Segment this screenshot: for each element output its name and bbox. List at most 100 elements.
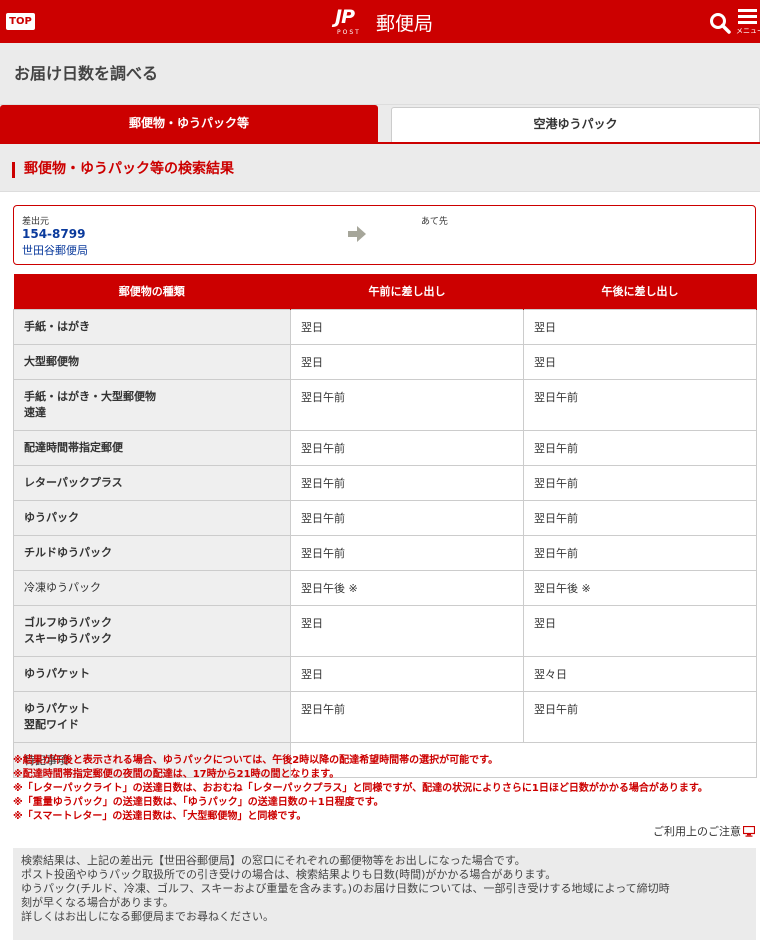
table-row: チルドゆうパック 翌日午前 翌日午前 (13, 534, 757, 571)
row-pm-value: 翌々日 (523, 655, 757, 692)
brand-name: 郵便局 (376, 12, 434, 35)
jp-post-mark-icon: JP POST (335, 6, 361, 36)
tab-bar: 郵便物・ゆうパック等 空港ゆうパック (0, 105, 760, 144)
row-kind-line: ゆうパケット (24, 666, 90, 680)
row-pm-value: 翌日 (523, 308, 757, 345)
table-header-row: 郵便物の種類 午前に差し出し 午後に差し出し (13, 274, 757, 309)
row-am-value: 翌日午前 (290, 464, 524, 501)
delivery-days-table: 郵便物の種類 午前に差し出し 午後に差し出し 手紙・はがき 翌日 翌日 大型郵便物 翌日… (13, 274, 757, 778)
row-am-value: 翌日 (290, 308, 524, 345)
row-kind-line: 大型郵便物 (24, 354, 79, 368)
from-office: 世田谷郵便局 (22, 244, 88, 257)
arrow-right-icon (348, 226, 366, 242)
row-pm-value: 翌日午前 (523, 378, 757, 431)
search-icon[interactable] (709, 12, 731, 34)
japan-post-logo[interactable]: JP POST 郵便局 (334, 6, 434, 36)
row-pm-value: 翌日午前 (523, 464, 757, 501)
tab-mail-yupack[interactable]: 郵便物・ゆうパック等 (0, 105, 378, 142)
row-kind: 冷凍ゆうパック (13, 569, 291, 606)
row-pm-value: 翌日 (523, 343, 757, 380)
info-line: ゆうパック(チルド、冷凍、ゴルフ、スキーおよび重量を含みます。)のお届け日数につ… (21, 882, 670, 895)
row-kind-line: 冷凍ゆうパック (24, 580, 101, 594)
tab-airport-yupack[interactable]: 空港ゆうパック (391, 107, 760, 142)
table-row: 手紙・はがき・大型郵便物 速達 翌日午前 翌日午前 (13, 378, 757, 431)
row-kind: ゴルフゆうパック スキーゆうパック (13, 604, 291, 657)
row-kind: 大型郵便物 (13, 343, 291, 380)
row-am-value: 翌日午前 (290, 690, 524, 743)
row-pm-value: 翌日午前 (523, 499, 757, 536)
row-kind-line: スキーゆうパック (24, 631, 112, 645)
row-kind-line: ゆうパック (24, 510, 79, 524)
row-pm-value: 翌日午前 (523, 690, 757, 743)
table-row: 冷凍ゆうパック 翌日午後 ※ 翌日午後 ※ (13, 569, 757, 606)
note-line: ※「レターパックライト」の送達日数は、おおむね「レターパックプラス」と同様ですが… (13, 783, 708, 794)
table-row: 手紙・はがき 翌日 翌日 (13, 308, 757, 345)
pc-monitor-icon (742, 825, 756, 837)
note-line: ※配達時間帯指定郵便の夜間の配達は、17時から21時の間となります。 (13, 769, 340, 780)
route-box: 差出元 154-8799 世田谷郵便局 あて先 (13, 205, 756, 265)
top-button[interactable]: TOP (6, 13, 35, 30)
row-pm-value: 翌日午前 (523, 429, 757, 466)
table-row: 配達時間帯指定郵便 翌日午前 翌日午前 (13, 429, 757, 466)
table-row: ゆうパケット 翌配ワイド 翌日午前 翌日午前 (13, 690, 757, 743)
col-header-pm: 午後に差し出し (523, 274, 757, 309)
row-kind-line: ゴルフゆうパック (24, 615, 112, 629)
table-row: 大型郵便物 翌日 翌日 (13, 343, 757, 380)
row-am-value: 翌日 (290, 343, 524, 380)
notes: ※結果が午後と表示される場合、ゆうパックについては、午後2時以降の配達希望時間帯… (13, 754, 758, 824)
usage-caution-link[interactable]: ご利用上のご注意 (653, 823, 756, 839)
table-row: レターパックプラス 翌日午前 翌日午前 (13, 464, 757, 501)
info-line: ポスト投函やゆうパック取扱所での引き受けの場合は、検索結果よりも日数(時間)がか… (21, 868, 557, 881)
table-row: ゴルフゆうパック スキーゆうパック 翌日 翌日 (13, 604, 757, 657)
row-kind-line: 手紙・はがき・大型郵便物 (24, 389, 156, 403)
hamburger-icon (738, 9, 757, 12)
info-line: 検索結果は、上記の差出元【世田谷郵便局】の窓口にそれぞれの郵便物等をお出しになっ… (21, 854, 526, 867)
row-kind-line: レターパックプラス (24, 475, 123, 489)
row-am-value: 翌日午前 (290, 429, 524, 466)
row-pm-value: 翌日午後 ※ (523, 569, 757, 606)
row-pm-value: 翌日 (523, 604, 757, 657)
row-kind: ゆうパケット (13, 655, 291, 692)
row-kind-line: 手紙・はがき (24, 319, 90, 333)
row-kind-line: 翌配ワイド (24, 717, 79, 731)
table-row: ゆうパケット 翌日 翌々日 (13, 655, 757, 692)
row-kind: ゆうパケット 翌配ワイド (13, 690, 291, 743)
info-line: 詳しくはお出しになる郵便局までお尋ねください。 (21, 910, 274, 923)
note-line: ※「スマートレター」の送達日数は、「大型郵便物」と同様です。 (13, 811, 307, 822)
row-kind-line: ゆうパケット (24, 701, 90, 715)
from-zip: 154-8799 (22, 227, 86, 241)
row-kind: 手紙・はがき (13, 308, 291, 345)
table-row: ゆうパック 翌日午前 翌日午前 (13, 499, 757, 536)
row-am-value: 翌日午後 ※ (290, 569, 524, 606)
row-pm-value: 翌日午前 (523, 534, 757, 571)
note-line: ※結果が午後と表示される場合、ゆうパックについては、午後2時以降の配達希望時間帯… (13, 755, 499, 766)
page-title-area: お届け日数を調べる (0, 43, 760, 105)
row-kind: ゆうパック (13, 499, 291, 536)
info-box: 検索結果は、上記の差出元【世田谷郵便局】の窓口にそれぞれの郵便物等をお出しになっ… (13, 848, 756, 940)
menu-label: メニュー (736, 27, 760, 35)
result-section-header: 郵便物・ゆうパック等の検索結果 (0, 144, 760, 192)
row-am-value: 翌日午前 (290, 499, 524, 536)
row-kind-line: 配達時間帯指定郵便 (24, 440, 123, 454)
row-kind: チルドゆうパック (13, 534, 291, 571)
from-label: 差出元 (22, 217, 50, 227)
result-heading: 郵便物・ゆうパック等の検索結果 (24, 161, 234, 177)
note-line: ※「重量ゆうパック」の送達日数は、「ゆうパック」の送達日数の＋1日程度です。 (13, 797, 384, 808)
row-am-value: 翌日 (290, 604, 524, 657)
row-am-value: 翌日午前 (290, 534, 524, 571)
col-header-am: 午前に差し出し (290, 274, 524, 309)
row-kind-line: 速達 (24, 405, 46, 419)
row-kind-line: チルドゆうパック (24, 545, 112, 559)
col-header-kind: 郵便物の種類 (13, 274, 291, 309)
info-line: 刻が早くなる場合があります。 (21, 896, 174, 909)
row-kind: 手紙・はがき・大型郵便物 速達 (13, 378, 291, 431)
row-am-value: 翌日午前 (290, 378, 524, 431)
to-label: あて先 (421, 217, 448, 227)
heading-marker (12, 162, 15, 178)
row-kind: レターパックプラス (13, 464, 291, 501)
menu-button[interactable]: メニュー (736, 9, 760, 39)
row-am-value: 翌日 (290, 655, 524, 692)
site-header: TOP JP POST 郵便局 メニュー (0, 0, 760, 43)
page-title: お届け日数を調べる (14, 64, 159, 83)
row-kind: 配達時間帯指定郵便 (13, 429, 291, 466)
